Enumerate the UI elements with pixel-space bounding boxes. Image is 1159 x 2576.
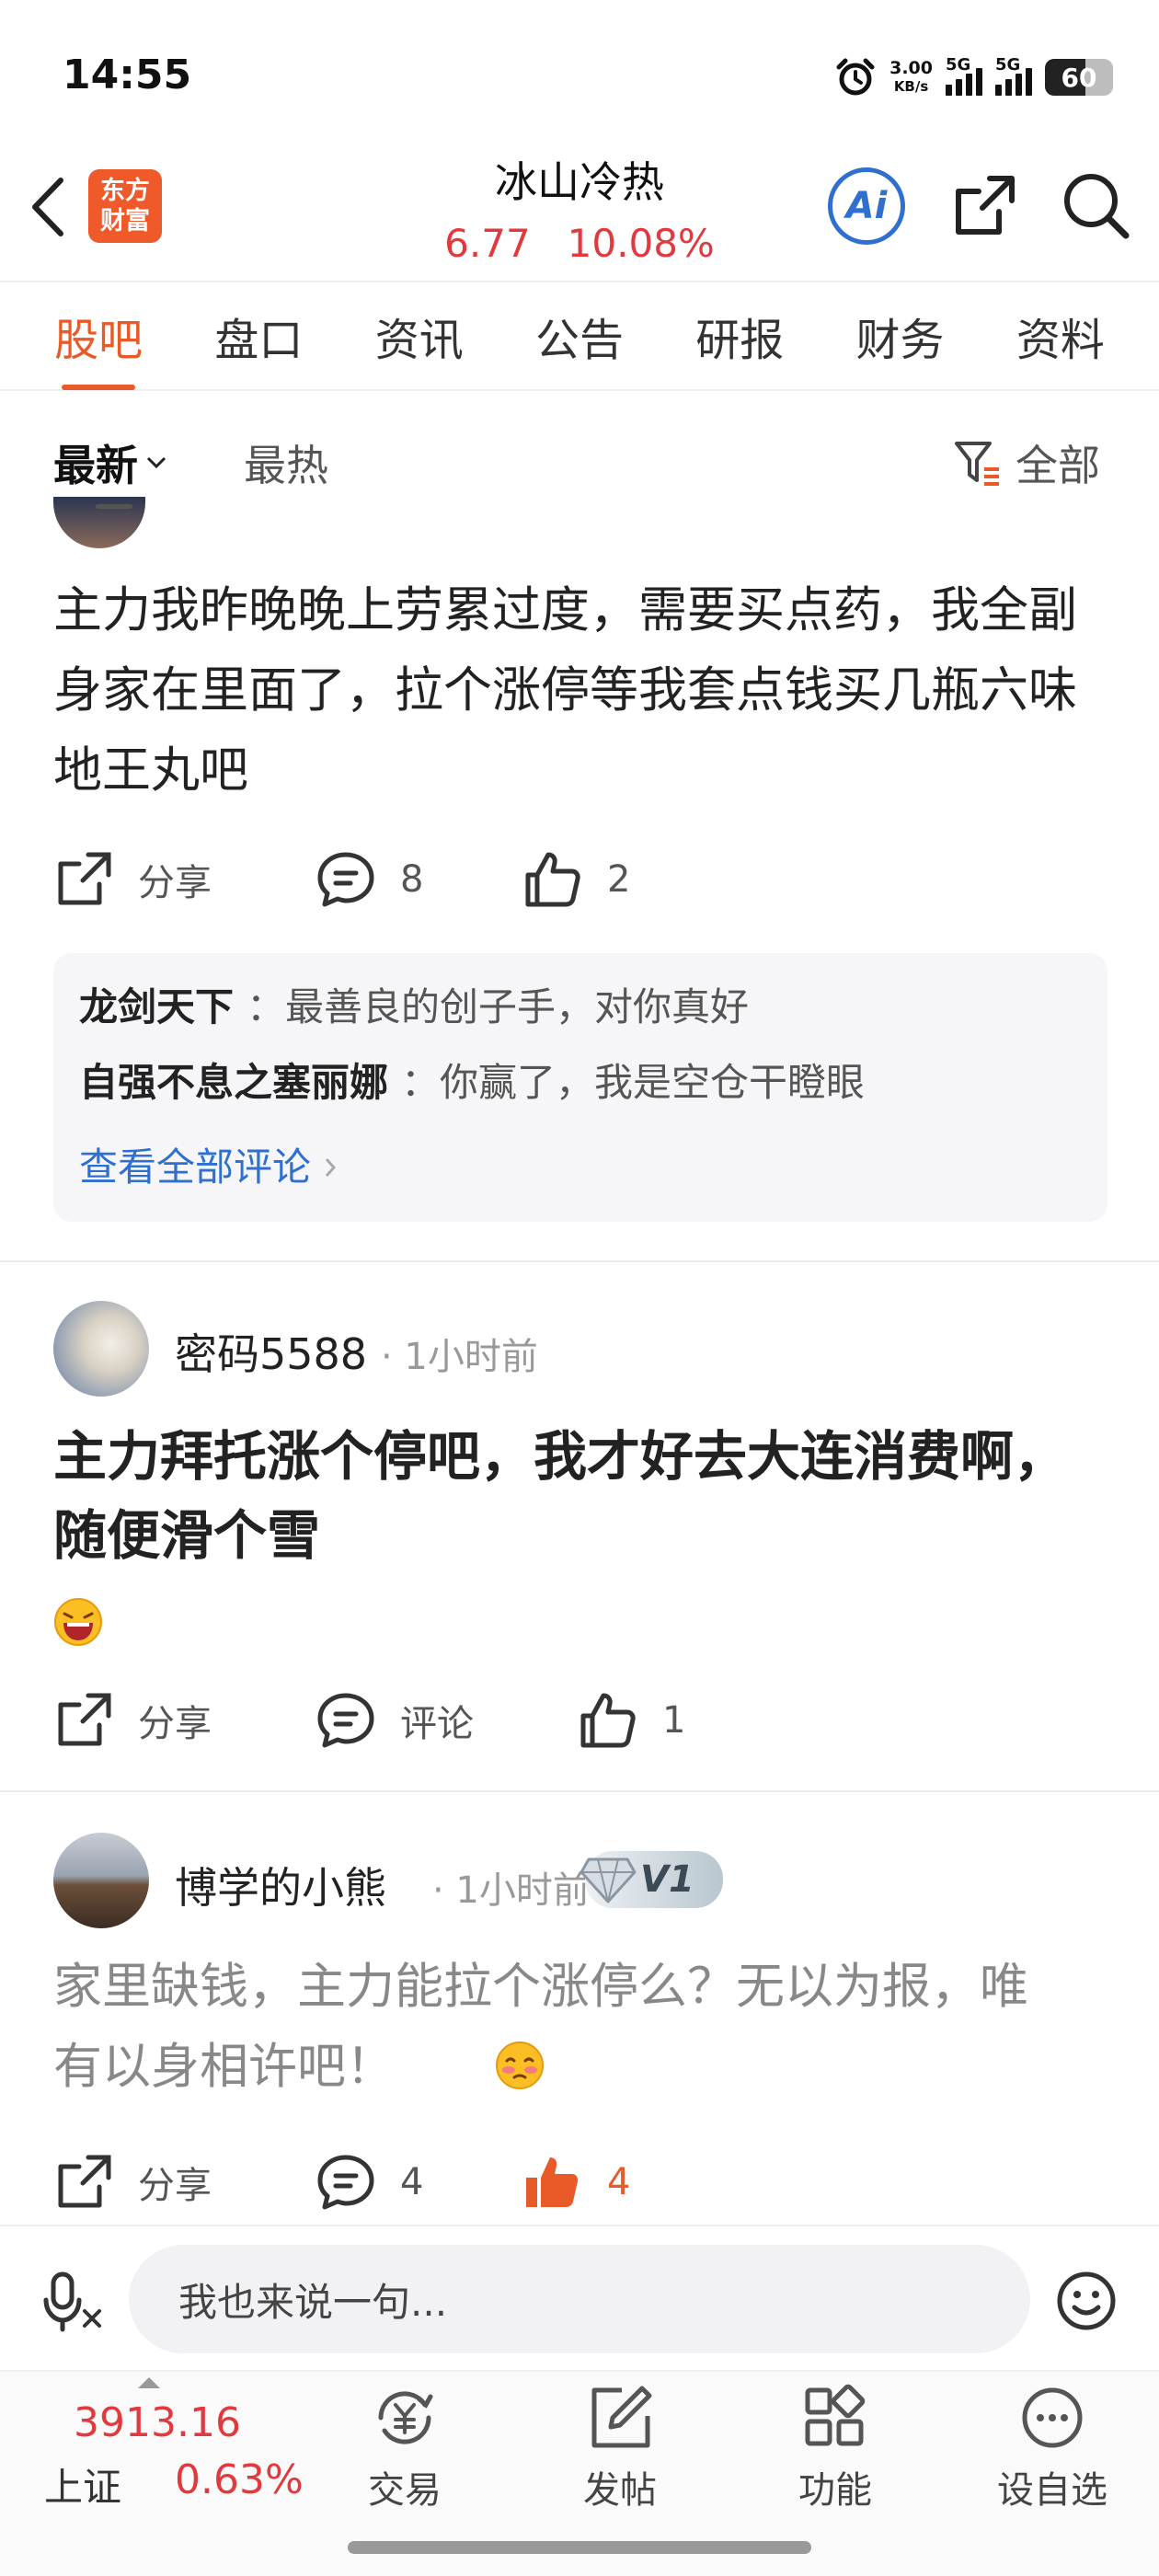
thumbs-up-icon bbox=[580, 1693, 636, 1748]
tab-bar: 股吧 盘口 资讯 公告 研报 财务 资料 bbox=[0, 281, 1159, 391]
post-author[interactable]: 密码5588 bbox=[175, 1321, 367, 1382]
comment-icon bbox=[317, 2155, 374, 2210]
like-button[interactable]: 1 bbox=[578, 1690, 685, 1751]
laughing-emoji-icon bbox=[54, 1598, 102, 1646]
index-value[interactable]: 3913.16 bbox=[74, 2399, 241, 2446]
status-icons: 3.00 KB/s 5G 5G 60 bbox=[834, 53, 1113, 101]
post-time: · 1小时前 bbox=[381, 1336, 538, 1378]
share-icon bbox=[58, 2155, 111, 2208]
reply-text: ：最善良的创子手，对你真好 bbox=[247, 984, 750, 1029]
comment-button[interactable]: 4 bbox=[316, 2152, 522, 2213]
vip-badge: V1 bbox=[580, 1851, 723, 1908]
alarm-icon bbox=[836, 58, 875, 96]
status-time: 14:55 bbox=[63, 52, 192, 98]
chevron-right-icon bbox=[325, 1158, 337, 1177]
post-content[interactable]: 主力拜托涨个停吧，我才好去大连消费啊，随便滑个雪 bbox=[53, 1417, 1111, 1575]
net-speed: 3.00 KB/s bbox=[889, 58, 933, 95]
comment-icon bbox=[317, 852, 374, 907]
tab-news[interactable]: 资讯 bbox=[370, 304, 469, 368]
sort-latest[interactable]: 最新 bbox=[53, 432, 167, 493]
ai-button[interactable]: Ai bbox=[828, 167, 905, 245]
index-name: 上证 bbox=[44, 2465, 122, 2510]
signal-icon: 5G bbox=[946, 55, 982, 96]
view-all-comments-link[interactable]: 查看全部评论 bbox=[79, 1141, 337, 1194]
nav-post[interactable]: 发帖 bbox=[565, 2381, 675, 2513]
nav-trade[interactable]: 交易 bbox=[350, 2381, 460, 2513]
comment-button[interactable]: 评论 bbox=[316, 1690, 578, 1751]
post-actions: 分享 评论 1 bbox=[53, 1687, 685, 1754]
share-button[interactable]: 分享 bbox=[53, 849, 316, 910]
filter-icon bbox=[955, 442, 999, 486]
post-author[interactable]: 博学的小熊 bbox=[175, 1855, 386, 1915]
thumbs-up-icon bbox=[525, 852, 580, 907]
more-icon bbox=[1022, 2387, 1083, 2448]
thumbs-up-filled-icon bbox=[526, 2157, 579, 2207]
tab-announcements[interactable]: 公告 bbox=[530, 304, 629, 368]
share-icon bbox=[58, 852, 111, 905]
nav-watchlist[interactable]: 设自选 bbox=[979, 2381, 1126, 2513]
comment-input[interactable]: 我也来说一句... bbox=[129, 2245, 1030, 2353]
post-content[interactable]: 家里缺钱，主力能拉个涨停么？无以为报，唯有以身相许吧！ bbox=[53, 1947, 1065, 2107]
reply-item: 自强不息之塞丽娜 ：你赢了，我是空仓干瞪眼 bbox=[79, 1056, 865, 1110]
share-button[interactable]: 分享 bbox=[53, 2152, 316, 2213]
post-actions: 分享 4 4 bbox=[53, 2149, 630, 2215]
signal-icon: 5G bbox=[995, 55, 1032, 96]
avatar-decoration bbox=[96, 504, 132, 509]
like-button[interactable]: 4 bbox=[522, 2152, 630, 2213]
like-button[interactable]: 2 bbox=[522, 849, 630, 910]
divider bbox=[0, 1260, 1159, 1262]
divider bbox=[0, 1790, 1159, 1792]
post-time: · 1小时前 bbox=[432, 1869, 590, 1912]
tab-research[interactable]: 研报 bbox=[690, 304, 789, 368]
search-icon[interactable] bbox=[1060, 169, 1133, 243]
avatar[interactable] bbox=[53, 1833, 149, 1928]
reply-item: 龙剑天下 ：最善良的创子手，对你真好 bbox=[79, 981, 749, 1034]
yen-refresh-icon bbox=[378, 2391, 433, 2444]
stock-price: 6.77 bbox=[444, 221, 531, 266]
sort-hot[interactable]: 最热 bbox=[244, 432, 328, 493]
diamond-icon bbox=[580, 1857, 637, 1903]
share-icon bbox=[58, 1693, 111, 1746]
comment-icon bbox=[317, 1693, 374, 1748]
avatar[interactable] bbox=[53, 1301, 149, 1397]
tab-finance[interactable]: 财务 bbox=[851, 304, 950, 368]
share-icon[interactable] bbox=[949, 171, 1019, 241]
share-button[interactable]: 分享 bbox=[53, 1690, 316, 1751]
index-change: 0.63% bbox=[175, 2456, 304, 2503]
compose-icon bbox=[591, 2386, 652, 2448]
tab-profile[interactable]: 资料 bbox=[1011, 304, 1110, 368]
voice-input-icon[interactable] bbox=[40, 2269, 105, 2333]
emoji-picker-icon[interactable] bbox=[1054, 2269, 1119, 2333]
blushing-emoji-icon bbox=[496, 2041, 544, 2089]
post-content[interactable]: 主力我昨晚晚上劳累过度，需要买点药，我全副身家在里面了，拉个涨停等我套点钱买几瓶… bbox=[53, 570, 1111, 811]
tab-pankou[interactable]: 盘口 bbox=[209, 304, 308, 368]
comment-button[interactable]: 8 bbox=[316, 849, 522, 910]
post-actions: 分享 8 2 bbox=[53, 846, 630, 913]
filter-button[interactable]: 全部 bbox=[953, 432, 1100, 493]
triangle-up-icon bbox=[138, 2377, 160, 2388]
reply-user[interactable]: 龙剑天下 bbox=[79, 984, 234, 1029]
nav-functions[interactable]: 功能 bbox=[780, 2381, 890, 2513]
tab-guba[interactable]: 股吧 bbox=[49, 304, 148, 390]
stock-change: 10.08% bbox=[567, 221, 715, 266]
home-indicator[interactable] bbox=[348, 2541, 811, 2554]
reply-user[interactable]: 自强不息之塞丽娜 bbox=[79, 1060, 388, 1105]
chevron-down-icon bbox=[146, 456, 166, 469]
battery-icon: 60 bbox=[1045, 59, 1113, 96]
grid-icon bbox=[805, 2384, 866, 2446]
reply-text: ：你赢了，我是空仓干瞪眼 bbox=[401, 1060, 866, 1105]
